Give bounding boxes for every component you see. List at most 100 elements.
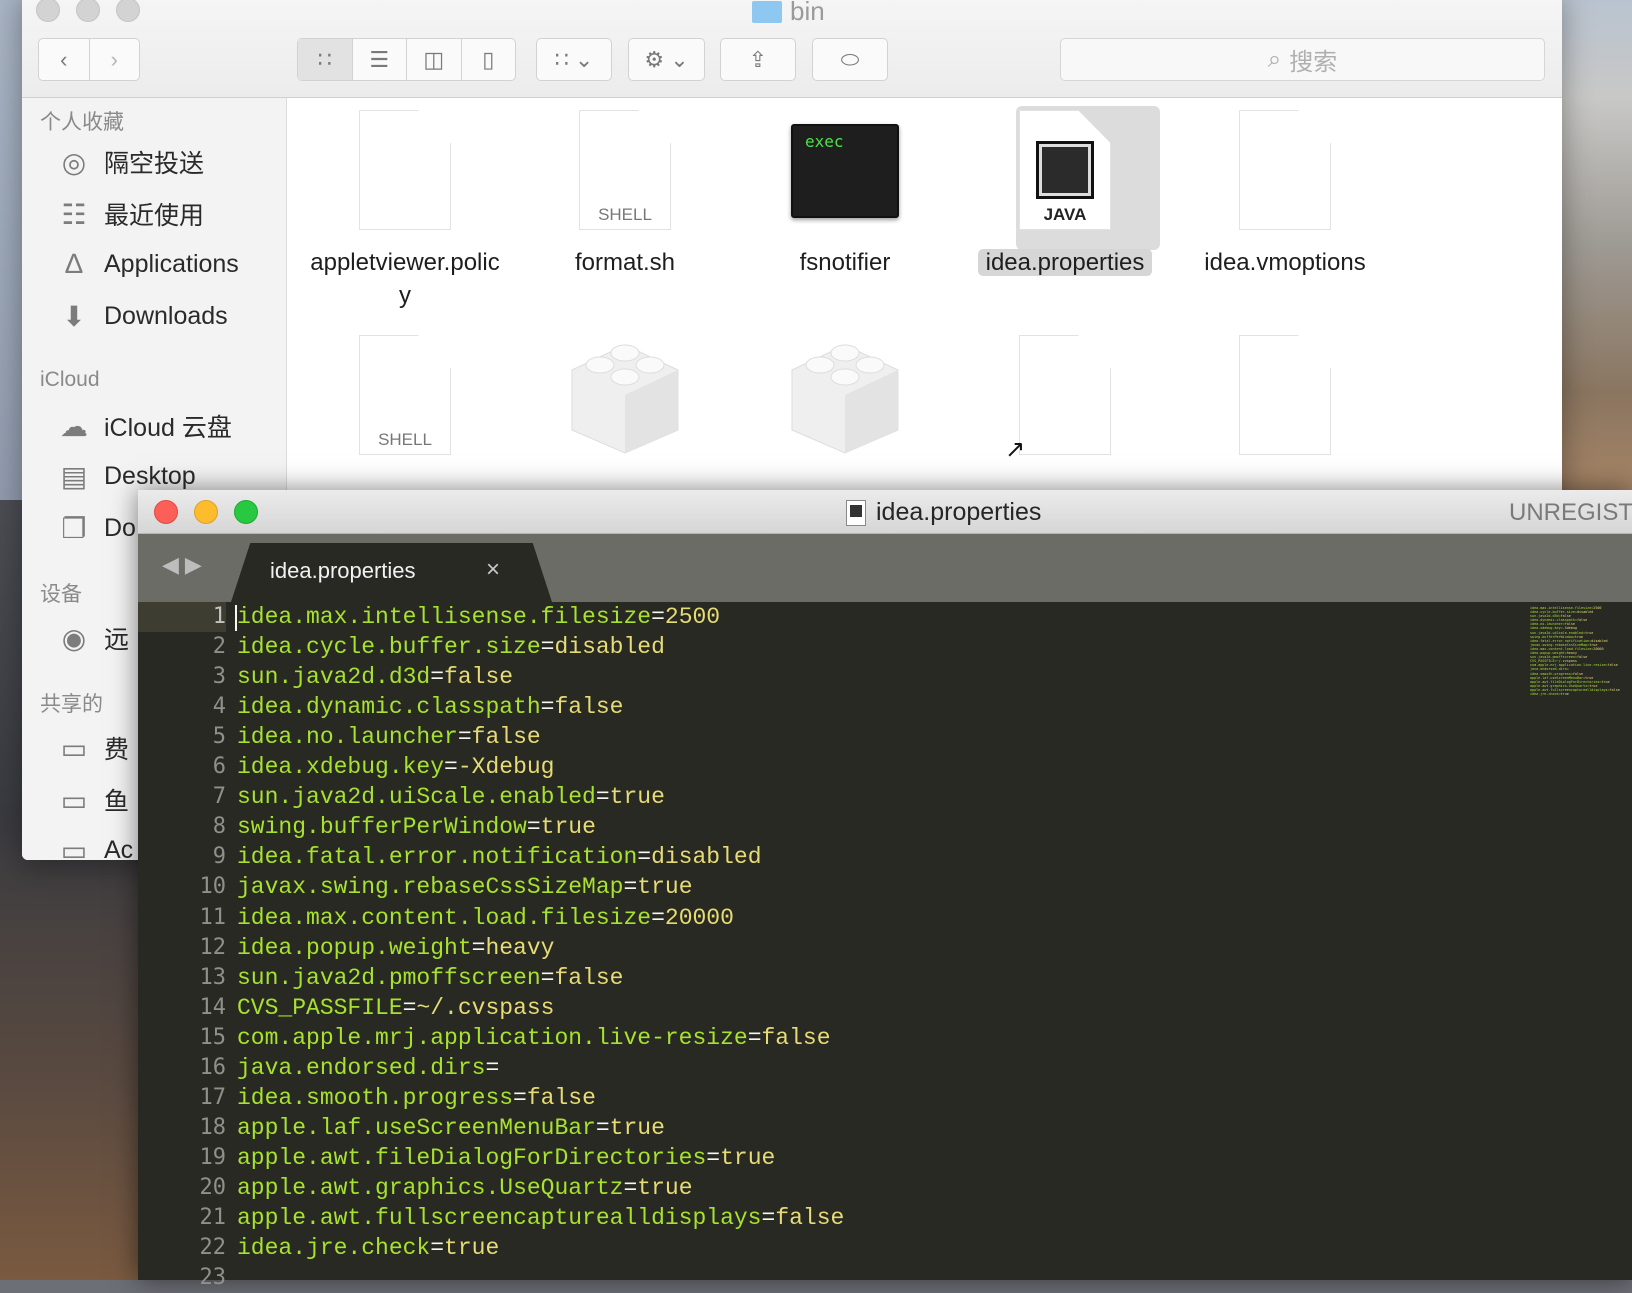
icon-view-button[interactable]: ∷ xyxy=(298,39,353,80)
close-button[interactable] xyxy=(36,0,60,22)
action-gear-button[interactable]: ⚙ ⌄ xyxy=(628,38,705,81)
zoom-button[interactable] xyxy=(116,0,140,22)
code-line: 2 idea.cycle.buffer.size=disabled xyxy=(138,632,1438,662)
equals-operator: = xyxy=(540,634,555,661)
forward-button[interactable]: › xyxy=(90,39,140,80)
line-number: 12 xyxy=(199,934,227,960)
minimize-button[interactable] xyxy=(194,500,218,524)
code-line: 15 com.apple.mrj.application.live-resize=… xyxy=(138,1023,1438,1053)
sidebar-item-remote-disc[interactable]: ◉ 远 xyxy=(56,620,129,656)
code-line: 11 idea.max.content.load.filesize=20000 xyxy=(138,903,1438,933)
file-idea-properties[interactable]: JAVA idea.properties xyxy=(965,110,1165,310)
property-value: true xyxy=(637,1174,693,1201)
code-line: 8 swing.bufferPerWindow=true xyxy=(138,812,1438,842)
zoom-button[interactable] xyxy=(234,500,258,524)
close-button[interactable] xyxy=(154,500,178,524)
property-value: 20000 xyxy=(664,904,734,931)
property-value: true xyxy=(540,814,596,841)
code-line: 21 apple.awt.fullscreencapturealldisplays… xyxy=(138,1203,1438,1233)
sidebar-item-desktop[interactable]: ▤ Desktop xyxy=(56,460,196,493)
property-value: false xyxy=(761,1024,831,1051)
property-value: 2500 xyxy=(664,604,721,630)
minimize-button[interactable] xyxy=(76,0,100,22)
property-value: false xyxy=(554,694,624,721)
code-line: 13 sun.java2d.pmoffscreen=false xyxy=(138,963,1438,993)
code-area[interactable]: 1 idea.max.intellisense.filesize=2500 2 ide… xyxy=(138,602,1632,1290)
line-number: 14 xyxy=(199,994,227,1020)
property-key: idea.smooth.progress xyxy=(237,1084,514,1111)
sidebar-heading-devices: 设备 xyxy=(40,583,82,606)
tab-left-arrow-icon[interactable]: ◀ xyxy=(162,552,185,577)
line-number: 15 xyxy=(199,1024,227,1050)
line-number: 7 xyxy=(212,784,226,810)
tab-idea-properties[interactable]: idea.properties × xyxy=(231,543,552,602)
sidebar-item-shared-3[interactable]: ▭ Ac xyxy=(56,834,133,860)
property-key: apple.awt.fullscreencapturealldisplays xyxy=(237,1205,762,1231)
property-value: true xyxy=(637,874,693,901)
computer-icon: ▭ xyxy=(60,835,88,860)
file-library[interactable] xyxy=(525,335,725,465)
sidebar-heading-icloud: iCloud xyxy=(40,368,100,391)
equals-operator: = xyxy=(444,754,458,781)
minimap-line: idea.jre.check=true xyxy=(1530,691,1569,696)
code-line: 23 xyxy=(138,1263,1438,1293)
column-view-button[interactable]: ◫ xyxy=(407,39,462,80)
property-value: false xyxy=(775,1205,845,1231)
share-button[interactable]: ⇪ xyxy=(720,38,796,81)
computer-icon: ▭ xyxy=(60,732,88,764)
file-shell-script[interactable]: SHELL xyxy=(305,335,505,465)
property-key: sun.java2d.uiScale.enabled xyxy=(237,784,596,811)
window-title: idea.properties xyxy=(846,498,1041,527)
finder-toolbar: bin ‹ › ∷ ☰ ◫ ▯ ∷ ⌄ ⚙ ⌄ ⇪ ⬭ ⌕ 搜索 xyxy=(22,0,1562,98)
line-number: 10 xyxy=(199,874,227,900)
property-value: heavy xyxy=(485,934,555,961)
line-number: 6 xyxy=(212,754,226,780)
sidebar-item-applications[interactable]: ∆ Applications xyxy=(56,248,238,280)
property-key: idea.max.intellisense.filesize xyxy=(237,604,652,630)
line-number: 11 xyxy=(199,904,227,930)
file-library[interactable] xyxy=(745,335,945,465)
sidebar-item-recents[interactable]: ☷ 最近使用 xyxy=(56,196,204,232)
tab-right-arrow-icon[interactable]: ▶ xyxy=(185,552,208,577)
property-value: false xyxy=(554,964,624,991)
minimap[interactable]: idea.max.intellisense.filesize=2500 idea.… xyxy=(1530,606,1620,696)
tab-close-icon[interactable]: × xyxy=(486,556,500,584)
sidebar-item-downloads[interactable]: ⬇ Downloads xyxy=(56,300,227,333)
back-button[interactable]: ‹ xyxy=(39,39,90,80)
sidebar-item-documents[interactable]: ❐ Do xyxy=(56,512,136,545)
file-alias[interactable]: ↗ xyxy=(965,335,1165,465)
list-view-button[interactable]: ☰ xyxy=(353,39,407,80)
tag-button[interactable]: ⬭ xyxy=(812,38,888,81)
property-value: true xyxy=(609,1114,665,1141)
sidebar-item-airdrop[interactable]: ◎ 隔空投送 xyxy=(56,144,204,180)
search-field[interactable]: ⌕ 搜索 xyxy=(1060,38,1545,81)
line-number: 5 xyxy=(212,724,226,750)
library-bundle-icon xyxy=(571,344,679,454)
arrange-button[interactable]: ∷ ⌄ xyxy=(536,38,612,81)
property-value: ~/.cvspass xyxy=(416,994,555,1021)
documents-icon: ❐ xyxy=(61,513,87,544)
cloud-icon: ☁ xyxy=(60,410,88,442)
equals-operator: = xyxy=(485,1054,500,1081)
text-cursor xyxy=(235,605,237,631)
line-number: 19 xyxy=(199,1144,227,1170)
desktop-icon: ▤ xyxy=(60,461,88,492)
sidebar-item-shared-1[interactable]: ▭ 费 xyxy=(56,730,129,766)
gallery-view-button[interactable]: ▯ xyxy=(462,39,516,80)
line-number: 13 xyxy=(199,964,227,990)
file-document[interactable] xyxy=(1185,335,1385,465)
code-line: 14 CVS_PASSFILE=~/.cvspass xyxy=(138,993,1438,1023)
line-number: 22 xyxy=(199,1235,227,1261)
alias-arrow-icon: ↗ xyxy=(1005,436,1026,463)
file-appletviewer-policy[interactable]: appletviewer.polic y xyxy=(305,110,505,310)
file-idea-vmoptions[interactable]: idea.vmoptions xyxy=(1185,110,1385,310)
sidebar-item-icloud-drive[interactable]: ☁ iCloud 云盘 xyxy=(56,408,232,444)
sidebar-item-shared-2[interactable]: ▭ 鱼 xyxy=(56,782,129,818)
equals-operator: = xyxy=(540,964,555,991)
file-fsnotifier[interactable]: exec fsnotifier xyxy=(745,110,945,310)
file-format-sh[interactable]: SHELL format.sh xyxy=(525,110,725,310)
search-icon: ⌕ xyxy=(1267,45,1282,73)
code-line: 4 idea.dynamic.classpath=false xyxy=(138,692,1438,722)
editor-titlebar: idea.properties UNREGISTERED xyxy=(138,490,1632,534)
downloads-icon: ⬇ xyxy=(62,301,86,332)
